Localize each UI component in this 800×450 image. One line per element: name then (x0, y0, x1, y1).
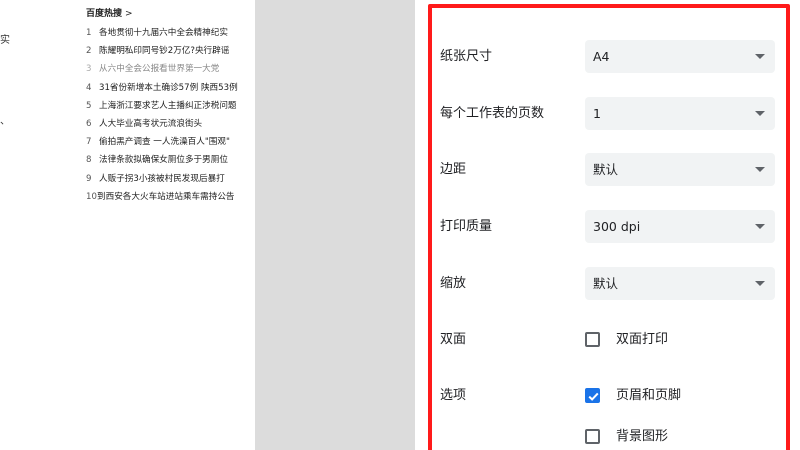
paper-size-row: 纸张尺寸 A4 (440, 40, 785, 74)
hot-search-section: 百度热搜 > 1 各地贯彻十九届六中全会精神纪实 2 陈耀明私印同号钞2万亿?央行辟谣… (86, 8, 255, 206)
chevron-right-icon: > (125, 9, 133, 19)
margins-row: 边距 默认 (440, 153, 785, 187)
scale-row: 缩放 默认 (440, 267, 785, 301)
paper-size-select[interactable]: A4 (585, 40, 775, 73)
list-item: 1 各地贯彻十九届六中全会精神纪实 (86, 28, 228, 38)
duplex-checkbox[interactable] (585, 332, 600, 347)
print-preview-window: 实 、 百度热搜 > 1 各地贯彻十九届六中全会精神纪实 2 陈耀明私印同号钞2万亿?… (0, 0, 800, 450)
list-item: 9 人贩子拐3小孩被村民发现后暴打 (86, 173, 225, 184)
checkmark-icon (588, 392, 599, 401)
paper-size-value: A4 (593, 49, 610, 64)
paper-size-label: 纸张尺寸 (440, 49, 493, 64)
scale-value: 默认 (593, 276, 619, 291)
duplex-label: 双面 (440, 332, 467, 347)
list-item: 5 上海浙江要求艺人主播纠正涉税问题 (86, 100, 237, 111)
dropdown-arrow-icon (755, 54, 765, 59)
list-item: 6 人大毕业高考状元流浪街头 (86, 118, 203, 129)
header-footer-checkbox-label[interactable]: 页眉和页脚 (616, 379, 681, 413)
scale-select[interactable]: 默认 (585, 267, 775, 300)
pages-per-sheet-select[interactable]: 1 (585, 97, 775, 130)
clipped-text-fragment: 、 (0, 116, 10, 127)
background-graphics-checkbox[interactable] (585, 429, 600, 444)
dropdown-arrow-icon (755, 167, 765, 172)
list-item: 2 陈耀明私印同号钞2万亿?央行辟谣 (86, 46, 230, 57)
margins-value: 默认 (593, 162, 619, 177)
background-graphics-row: 背景图形 (440, 420, 785, 450)
clipped-text-fragment: 实 (0, 35, 10, 46)
print-quality-row: 打印质量 300 dpi (440, 210, 785, 244)
dropdown-arrow-icon (755, 111, 765, 116)
options-label: 选项 (440, 388, 467, 403)
print-quality-value: 300 dpi (593, 219, 641, 234)
hot-search-list: 1 各地贯彻十九届六中全会精神纪实 2 陈耀明私印同号钞2万亿?央行辟谣 3 从六中全… (86, 24, 255, 206)
background-graphics-checkbox-label[interactable]: 背景图形 (616, 420, 668, 450)
pages-per-sheet-label: 每个工作表的页数 (440, 106, 545, 121)
dropdown-arrow-icon (755, 281, 765, 286)
header-footer-checkbox[interactable] (585, 388, 600, 403)
hot-search-title: 百度热搜 > (86, 9, 133, 19)
dropdown-arrow-icon (755, 224, 765, 229)
print-preview-page: 实 、 百度热搜 > 1 各地贯彻十九届六中全会精神纪实 2 陈耀明私印同号钞2万亿?… (0, 0, 255, 450)
print-quality-select[interactable]: 300 dpi (585, 210, 775, 243)
options-row: 选项 页眉和页脚 (440, 379, 785, 413)
list-item: 8 法律条款拟确保女厕位多于男厕位 (86, 155, 228, 166)
list-item: 10到西安各大火车站进站乘车需持公告 (86, 191, 235, 202)
scale-label: 缩放 (440, 276, 467, 291)
list-item: 3 从六中全会公报看世界第一大党 (86, 64, 220, 75)
pages-per-sheet-value: 1 (593, 106, 601, 121)
duplex-row: 双面 双面打印 (440, 323, 785, 357)
print-quality-label: 打印质量 (440, 219, 493, 234)
margins-select[interactable]: 默认 (585, 153, 775, 186)
list-item: 4 31省份新增本土确诊57例 陕西53例 (86, 82, 238, 93)
preview-background (255, 0, 415, 450)
list-item: 7 偷拍黑产调查 一人洗澡百人"围观" (86, 137, 230, 148)
pages-per-sheet-row: 每个工作表的页数 1 (440, 97, 785, 131)
margins-label: 边距 (440, 162, 467, 177)
duplex-checkbox-label[interactable]: 双面打印 (616, 323, 668, 357)
